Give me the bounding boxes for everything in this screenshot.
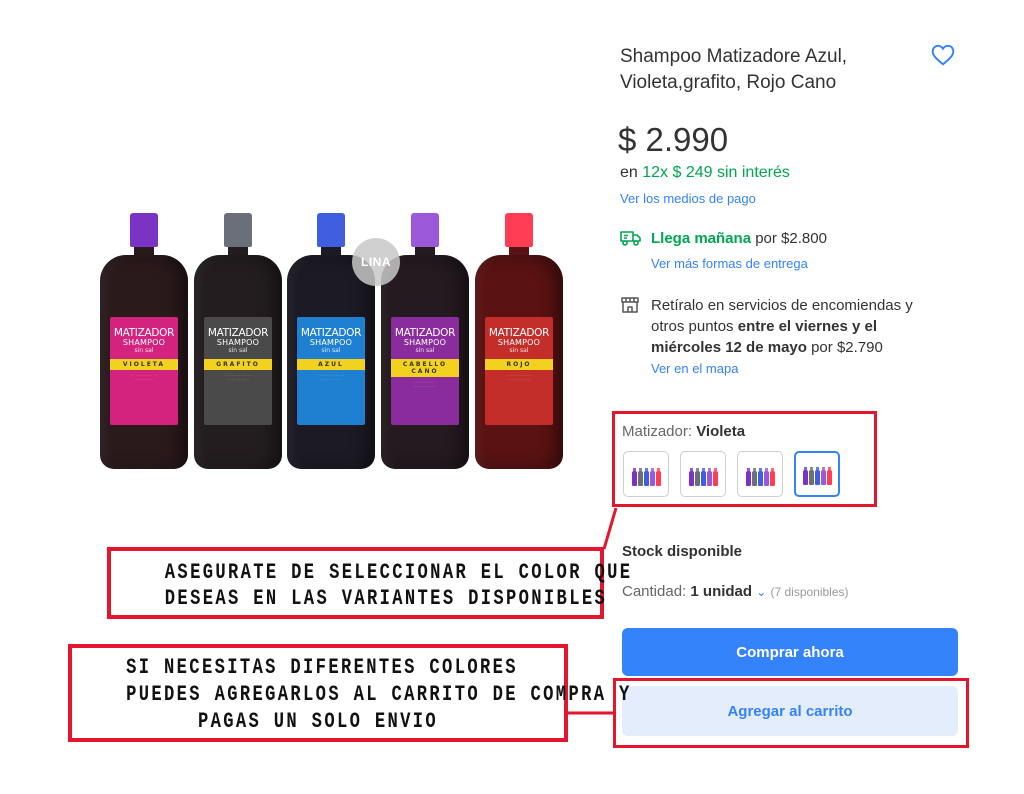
payment-methods-link[interactable]: Ver los medios de pago: [620, 191, 756, 206]
pickup-line-3: miércoles 12 de mayo por $2.790: [651, 339, 883, 356]
callout-2-line-3: PAGAS UN SOLO ENVIO: [197, 709, 439, 734]
swatch-bottle-thumbnail: [712, 468, 718, 486]
bottle-cap: [505, 213, 533, 247]
add-to-cart-button[interactable]: Agregar al carrito: [622, 686, 958, 736]
swatch-bottle-thumbnail: [649, 468, 655, 486]
swatch-bottle-thumbnail: [745, 468, 751, 486]
swatch-bottle-thumbnail: [751, 468, 757, 486]
swatch-bottle-thumbnail: [694, 468, 700, 486]
product-bottle: MATIZADOR SHAMPOO sin sal ROJO · · · · · · ·…: [475, 213, 563, 471]
swatch-bottle-thumbnail: [700, 468, 706, 486]
price: $ 2.990: [618, 121, 729, 158]
installments-prefix: en: [620, 164, 638, 181]
installments-text: en 12x $ 249 sin interés: [620, 164, 790, 182]
variant-swatch[interactable]: [737, 451, 783, 497]
callout-2-line-1: SI NECESITAS DIFERENTES COLORES: [126, 655, 518, 680]
swatch-bottle-thumbnail: [763, 468, 769, 486]
pickup-line-1: Retíralo en servicios de encomiendas y: [651, 297, 913, 314]
store-icon: [620, 295, 640, 315]
swatch-bottle-thumbnail: [814, 467, 820, 485]
swatch-bottle-thumbnail: [826, 467, 832, 485]
annotation-callout-cart: SI NECESITAS DIFERENTES COLORES PUEDES A…: [68, 644, 632, 742]
swatch-bottle-thumbnail: [706, 468, 712, 486]
swatch-bottle-thumbnail: [808, 467, 814, 485]
swatch-bottle-thumbnail: [655, 468, 661, 486]
bottle-cap: [130, 213, 158, 247]
pickup-line-2: otros puntos entre el viernes y el: [651, 318, 877, 335]
connector-line-1: [602, 507, 618, 550]
variant-swatch[interactable]: [680, 451, 726, 497]
swatch-bottle-thumbnail: [631, 468, 637, 486]
quantity-selector[interactable]: Cantidad: 1 unidad ⌄ (7 disponibles): [622, 583, 849, 600]
product-bottle: MATIZADOR SHAMPOO sin sal GRAFITO · · · · · …: [194, 213, 282, 471]
bottle-label: MATIZADOR SHAMPOO sin sal VIOLETA · · · · · …: [110, 317, 178, 425]
bottle-label: MATIZADOR SHAMPOO sin sal ROJO · · · · · · ·…: [485, 317, 553, 425]
swatch-bottle-thumbnail: [820, 467, 826, 485]
callout-1-line-2: DESEAS EN LAS VARIANTES DISPONIBLES: [164, 586, 608, 611]
shipping-options-link[interactable]: Ver más formas de entrega: [651, 256, 808, 271]
callout-1-line-1: ASEGURATE DE SELECCIONAR EL COLOR QUE: [164, 560, 633, 585]
stock-label: Stock disponible: [622, 543, 743, 560]
chevron-down-icon[interactable]: ⌄: [756, 585, 766, 599]
heart-icon[interactable]: [930, 42, 956, 68]
map-link[interactable]: Ver en el mapa: [651, 361, 738, 376]
shipping-highlight: Llega mañana: [651, 230, 752, 247]
truck-icon: [620, 229, 642, 247]
swatch-bottle-thumbnail: [802, 467, 808, 485]
variant-swatch[interactable]: [623, 451, 669, 497]
shipping-info: Llega mañana por $2.800: [651, 230, 827, 247]
bottle-cap: [224, 213, 252, 247]
swatch-bottle-thumbnail: [757, 468, 763, 486]
swatch-bottle-thumbnail: [769, 468, 775, 486]
product-bottle: MATIZADOR SHAMPOO sin sal VIOLETA · · · · · …: [100, 213, 188, 471]
quantity-label: Cantidad:: [622, 583, 687, 600]
bottle-cap: [317, 213, 345, 247]
swatch-bottle-thumbnail: [688, 468, 694, 486]
product-title: Shampoo Matizadore Azul, Violeta,grafito…: [620, 46, 848, 93]
variant-swatch[interactable]: [794, 451, 840, 497]
swatch-bottle-thumbnail: [643, 468, 649, 486]
bottle-label: MATIZADOR SHAMPOO sin sal GRAFITO · · · · · …: [204, 317, 272, 425]
shipping-price: por $2.800: [755, 230, 827, 247]
pickup-info: Retíralo en servicios de encomiendas y o…: [651, 295, 951, 358]
quantity-value[interactable]: 1 unidad: [690, 583, 752, 600]
product-image[interactable]: MATIZADOR SHAMPOO sin sal VIOLETA · · · · · …: [92, 205, 563, 475]
available-count: (7 disponibles): [770, 585, 849, 599]
installments-value: 12x $ 249 sin interés: [642, 164, 790, 181]
bottle-label: MATIZADOR SHAMPOO sin sal AZUL · · · · · · ·…: [297, 317, 365, 425]
buy-now-button[interactable]: Comprar ahora: [622, 628, 958, 676]
watermark-logo: LINA: [352, 238, 400, 286]
variant-label: Matizador: Violeta: [622, 423, 746, 440]
swatch-bottle-thumbnail: [637, 468, 643, 486]
bottle-cap: [411, 213, 439, 247]
annotation-callout-variants: ASEGURATE DE SELECCIONAR EL COLOR QUE DE…: [107, 547, 633, 619]
callout-2-line-2: PUEDES AGREGARLOS AL CARRITO DE COMPRA Y: [126, 682, 632, 707]
variant-selected: Violeta: [696, 423, 746, 440]
bottle-label: MATIZADOR SHAMPOO sin sal CABELLO CANO · · ·…: [391, 317, 459, 425]
